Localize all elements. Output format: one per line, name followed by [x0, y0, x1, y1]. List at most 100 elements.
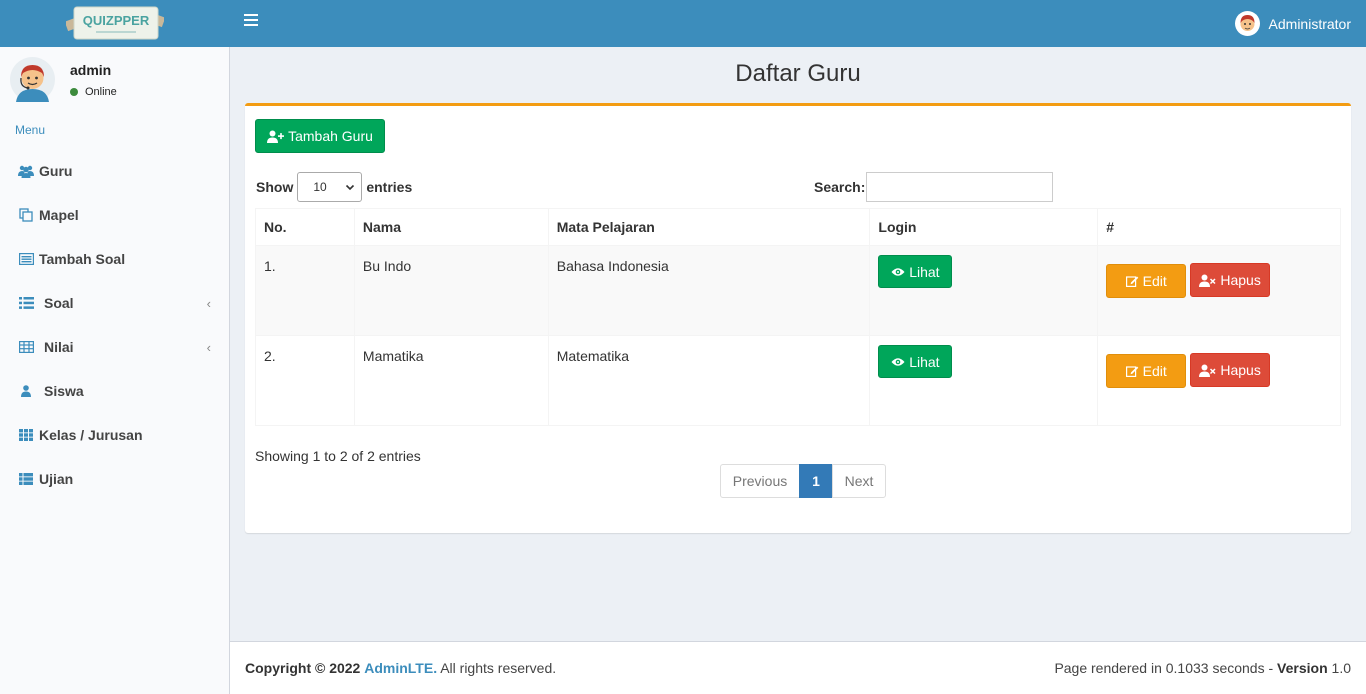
footer-copyright: Copyright © 2022 AdminLTE. All rights re… [245, 660, 556, 676]
sidebar-item-ujian[interactable]: Ujian [0, 457, 229, 501]
add-guru-button[interactable]: Tambah Guru [255, 119, 385, 153]
sidebar-item-label: Soal [44, 295, 74, 311]
copyright-text: Copyright © 2022 [245, 660, 361, 676]
render-time-text: Page rendered in 0.1033 seconds - [1054, 660, 1274, 676]
column-header-actions[interactable]: # [1097, 208, 1341, 246]
column-header-no[interactable]: No. [255, 208, 355, 246]
page-1-button[interactable]: 1 [799, 464, 833, 498]
sidebar-nav: Guru Mapel Tambah Soal Soal ‹ Nilai ‹ Si… [0, 149, 229, 501]
avatar [10, 57, 55, 102]
edit-button[interactable]: Edit [1106, 263, 1187, 298]
status-label: Online [85, 86, 117, 98]
add-guru-label: Tambah Guru [288, 128, 373, 144]
sidebar-item-siswa[interactable]: Siswa [0, 369, 229, 413]
sidebar-item-label: Ujian [39, 471, 74, 487]
sidebar-toggle-button[interactable] [244, 14, 258, 28]
copy-icon [18, 208, 34, 222]
table-info: Showing 1 to 2 of 2 entries [255, 448, 421, 464]
lihat-label: Lihat [909, 353, 940, 370]
cell-actions: Edit Hapus [1097, 245, 1341, 336]
sidebar-item-label: Kelas / Jurusan [39, 427, 143, 443]
content-box: Tambah Guru Show 10 entries Search: No. … [245, 103, 1351, 533]
chevron-down-icon [346, 184, 355, 191]
menu-header: Menu [15, 123, 46, 137]
chevron-left-icon: ‹ [206, 296, 211, 311]
table-icon [18, 340, 34, 354]
sidebar-item-label: Siswa [44, 383, 84, 399]
sidebar-item-kelas-jurusan[interactable]: Kelas / Jurusan [0, 413, 229, 457]
top-navbar: QUIZPPER Administrator [0, 0, 1366, 47]
page-title: Daftar Guru [735, 60, 861, 87]
entries-label: entries [366, 179, 413, 195]
search-input[interactable] [866, 172, 1054, 202]
cell-nama: Bu Indo [353, 245, 549, 336]
footer: Copyright © 2022 AdminLTE. All rights re… [230, 641, 1366, 694]
search-label: Search: [814, 179, 866, 195]
edit-label: Edit [1142, 272, 1167, 289]
entries-select-value: 10 [313, 180, 327, 194]
table-header-row: No. Nama Mata Pelajaran Login # [255, 208, 1341, 246]
edit-button[interactable]: Edit [1106, 353, 1187, 388]
table-row: 2. Mamatika Matematika Lihat Edit Hapus [255, 335, 1341, 426]
edit-icon [1125, 275, 1138, 287]
sidebar-item-nilai[interactable]: Nilai ‹ [0, 325, 229, 369]
sidebar-item-label: Mapel [39, 207, 79, 223]
hapus-button[interactable]: Hapus [1190, 353, 1271, 387]
logo-text: QUIZPPER [83, 13, 150, 28]
entries-length-control: Show 10 entries [256, 172, 412, 202]
sidebar-item-soal[interactable]: Soal ‹ [0, 281, 229, 325]
cell-mapel: Bahasa Indonesia [547, 245, 871, 336]
column-header-nama[interactable]: Nama [353, 208, 549, 246]
show-label: Show [256, 179, 294, 195]
cell-nama: Mamatika [353, 335, 549, 426]
lihat-label: Lihat [909, 263, 940, 280]
sidebar-item-label: Tambah Soal [39, 251, 126, 267]
column-header-login[interactable]: Login [869, 208, 1099, 246]
list-alt-icon [18, 252, 34, 266]
eye-icon [891, 357, 905, 366]
cell-actions: Edit Hapus [1097, 335, 1341, 426]
user-times-icon [1199, 364, 1216, 377]
table-row: 1. Bu Indo Bahasa Indonesia Lihat Edit H… [255, 245, 1341, 336]
edit-icon [1125, 365, 1138, 377]
user-menu[interactable]: Administrator [1234, 0, 1351, 47]
sidebar: admin Online Menu Guru Mapel Tambah Soal [0, 47, 230, 694]
avatar-icon [1234, 11, 1260, 36]
sidebar-item-label: Nilai [44, 339, 74, 355]
chevron-left-icon: ‹ [206, 340, 211, 355]
cell-login: Lihat [869, 245, 1099, 336]
sidebar-user-status: Online [70, 86, 117, 98]
sidebar-item-label: Guru [39, 163, 73, 179]
hapus-label: Hapus [1220, 272, 1261, 288]
user-times-icon [1199, 274, 1216, 287]
cell-no: 1. [255, 245, 355, 336]
cell-login: Lihat [869, 335, 1099, 426]
eye-icon [891, 267, 905, 276]
footer-render-info: Page rendered in 0.1033 seconds - Versio… [1054, 660, 1351, 676]
next-page-button[interactable]: Next [832, 464, 886, 498]
cell-mapel: Matematika [547, 335, 871, 426]
edit-label: Edit [1142, 362, 1167, 379]
app-logo[interactable]: QUIZPPER [64, 1, 166, 43]
pagination: Previous 1 Next [720, 464, 886, 498]
previous-page-button[interactable]: Previous [720, 464, 800, 498]
lihat-button[interactable]: Lihat [878, 255, 953, 288]
sidebar-item-tambah-soal[interactable]: Tambah Soal [0, 237, 229, 281]
sidebar-item-mapel[interactable]: Mapel [0, 193, 229, 237]
user-menu-label: Administrator [1268, 15, 1351, 32]
user-plus-icon [267, 130, 285, 143]
rights-text: All rights reserved. [440, 660, 557, 676]
hapus-label: Hapus [1220, 362, 1261, 378]
sidebar-item-guru[interactable]: Guru [0, 149, 229, 193]
hapus-button[interactable]: Hapus [1190, 263, 1271, 297]
column-header-mata-pelajaran[interactable]: Mata Pelajaran [547, 208, 871, 246]
th-list-icon [18, 472, 34, 486]
version-value: 1.0 [1331, 660, 1351, 676]
grid-icon [18, 428, 34, 442]
version-label: Version [1277, 660, 1328, 676]
lihat-button[interactable]: Lihat [878, 345, 953, 378]
adminlte-link[interactable]: AdminLTE. [364, 660, 437, 676]
online-status-icon [70, 88, 78, 96]
entries-select[interactable]: 10 [297, 172, 363, 202]
guru-table: No. Nama Mata Pelajaran Login # 1. Bu In… [255, 208, 1341, 426]
